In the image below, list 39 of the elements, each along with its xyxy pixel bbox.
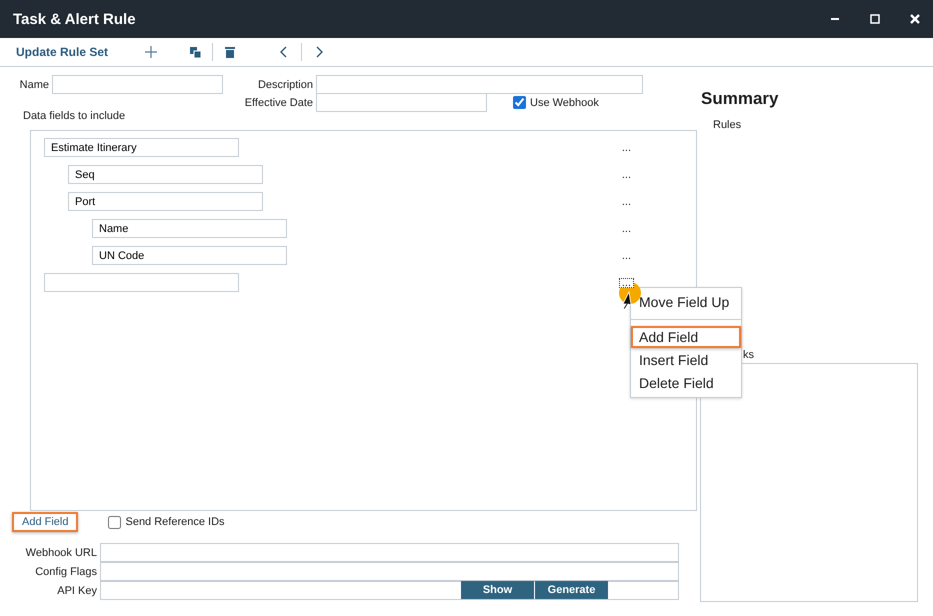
panel-label: ks (743, 349, 755, 361)
api-key-button[interactable]: Show (461, 581, 534, 599)
api-key-button[interactable]: Generate (535, 581, 608, 599)
add-field-button[interactable]: Add Field (12, 512, 78, 532)
webhook-field-label: Webhook URL (24, 546, 98, 558)
effective-date-label: Effective Date (244, 96, 314, 108)
window-title: Task & Alert Rule (13, 10, 137, 28)
update-rule-set-button[interactable]: Update Rule Set (16, 45, 108, 59)
menu-item[interactable]: Add Field (631, 326, 741, 348)
field-name-input[interactable]: Seq (68, 165, 263, 184)
summary-title: Summary (701, 89, 780, 109)
field-name-input[interactable]: UN Code (92, 246, 287, 265)
description-field[interactable] (316, 75, 643, 94)
field-menu-button[interactable]: ... (618, 278, 634, 288)
menu-item[interactable]: Insert Field (631, 349, 741, 371)
menu-item[interactable]: Delete Field (631, 372, 741, 394)
field-name-input[interactable] (44, 273, 239, 292)
field-name-input[interactable]: Name (92, 219, 287, 238)
send-reference-ids-checkbox[interactable] (108, 516, 122, 528)
webhook-text-field[interactable] (100, 543, 679, 562)
copy-icon[interactable] (188, 45, 202, 59)
webhook-field-label: API Key (56, 584, 98, 596)
send-reference-ids-label: Send Reference IDs (125, 516, 225, 528)
data-fields-label: Data fields to include (23, 110, 126, 122)
description-label: Description (256, 78, 314, 90)
add-icon[interactable] (144, 45, 158, 59)
name-label: Name (18, 78, 50, 90)
trash-icon[interactable] (223, 45, 238, 59)
field-name-input[interactable]: Estimate Itinerary (44, 138, 239, 157)
rules-label: Rules (713, 119, 742, 131)
use-webhook-label: Use Webhook (530, 96, 599, 108)
webhook-text-field[interactable] (100, 562, 679, 581)
effective-date-field[interactable] (316, 93, 487, 112)
close-icon[interactable] (909, 13, 921, 25)
maximize-icon[interactable] (869, 13, 881, 25)
use-webhook-checkbox[interactable] (513, 96, 526, 109)
webhook-field-label: Config Flags (34, 566, 98, 578)
name-field[interactable] (52, 75, 223, 94)
field-name-input[interactable]: Port (68, 192, 263, 211)
